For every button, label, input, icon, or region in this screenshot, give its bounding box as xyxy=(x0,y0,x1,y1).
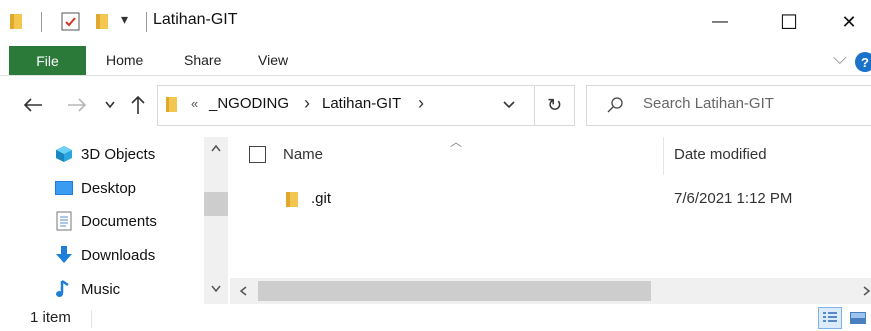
breadcrumb-separator[interactable]: › xyxy=(304,93,310,114)
large-icons-view-button[interactable] xyxy=(846,307,870,329)
nav-item-downloads[interactable]: Downloads xyxy=(0,238,200,272)
nav-item-label: 3D Objects xyxy=(81,145,156,163)
nav-scrollbar[interactable] xyxy=(204,137,228,304)
search-input[interactable] xyxy=(643,95,863,112)
tab-share[interactable]: Share xyxy=(184,52,221,68)
address-dropdown-icon[interactable] xyxy=(502,100,516,110)
title-separator xyxy=(41,12,42,32)
column-header-name[interactable]: Name xyxy=(283,146,323,163)
quick-access-dropdown-icon[interactable]: ▾ xyxy=(121,11,128,28)
details-view-button[interactable] xyxy=(818,307,842,329)
new-folder-icon[interactable] xyxy=(95,12,109,30)
nav-item-label: Music xyxy=(81,280,121,298)
large-icons-view-icon xyxy=(850,312,866,324)
sort-caret-icon: ︿ xyxy=(450,135,463,149)
downloads-icon xyxy=(56,246,72,263)
folder-icon xyxy=(286,192,298,207)
back-icon[interactable] xyxy=(22,96,44,114)
help-icon[interactable]: ? xyxy=(855,52,871,72)
column-header-date[interactable]: Date modified xyxy=(674,146,767,163)
nav-item-label: Desktop xyxy=(81,179,137,197)
scroll-down-icon[interactable] xyxy=(210,284,222,294)
select-all-checkbox[interactable] xyxy=(249,146,266,163)
refresh-button[interactable]: ↻ xyxy=(535,85,575,126)
refresh-icon: ↻ xyxy=(546,95,563,115)
tab-file[interactable]: File xyxy=(9,46,86,75)
recent-locations-icon[interactable] xyxy=(103,99,117,111)
search-icon xyxy=(607,97,623,113)
forward-icon[interactable] xyxy=(66,96,88,114)
breadcrumb-overflow[interactable]: « xyxy=(191,96,198,111)
breadcrumb-item[interactable]: Latihan-GIT xyxy=(322,95,401,112)
window-title: Latihan-GIT xyxy=(153,11,238,28)
nav-item-desktop[interactable]: Desktop xyxy=(0,171,200,205)
maximize-button[interactable]: ☐ xyxy=(766,0,812,44)
file-name[interactable]: .git xyxy=(311,190,331,207)
folder-icon xyxy=(10,14,22,29)
folder-icon xyxy=(166,97,177,112)
3d-objects-icon xyxy=(56,146,72,162)
properties-icon[interactable] xyxy=(60,11,82,33)
nav-item-label: Downloads xyxy=(81,246,156,264)
breadcrumb-item[interactable]: _NGODING xyxy=(209,95,289,112)
scroll-right-icon[interactable] xyxy=(862,285,871,297)
file-list-hscrollbar-thumb[interactable] xyxy=(258,281,651,301)
desktop-icon xyxy=(55,181,73,195)
minimize-button[interactable]: — xyxy=(697,0,743,44)
up-icon[interactable] xyxy=(129,94,147,116)
file-date: 7/6/2021 1:12 PM xyxy=(674,190,793,207)
documents-icon xyxy=(56,211,72,231)
details-view-icon xyxy=(823,312,837,322)
nav-item-label: Documents xyxy=(81,212,157,230)
music-icon xyxy=(56,279,69,297)
expand-ribbon-icon[interactable]: ⌵ xyxy=(833,48,847,69)
nav-item-music[interactable]: Music xyxy=(0,272,200,306)
tab-view[interactable]: View xyxy=(258,52,288,68)
breadcrumb-separator[interactable]: › xyxy=(418,93,424,114)
nav-item-3d-objects[interactable]: 3D Objects xyxy=(0,137,200,171)
title-separator xyxy=(146,12,147,32)
scroll-left-icon[interactable] xyxy=(238,285,248,297)
column-divider[interactable] xyxy=(663,137,664,175)
tab-home[interactable]: Home xyxy=(106,52,143,68)
item-count: 1 item xyxy=(30,309,71,326)
scroll-up-icon[interactable] xyxy=(210,143,222,153)
close-button[interactable]: ✕ xyxy=(826,0,871,44)
nav-item-documents[interactable]: Documents xyxy=(0,204,200,238)
status-separator xyxy=(91,310,92,328)
nav-scrollbar-thumb[interactable] xyxy=(204,192,228,216)
